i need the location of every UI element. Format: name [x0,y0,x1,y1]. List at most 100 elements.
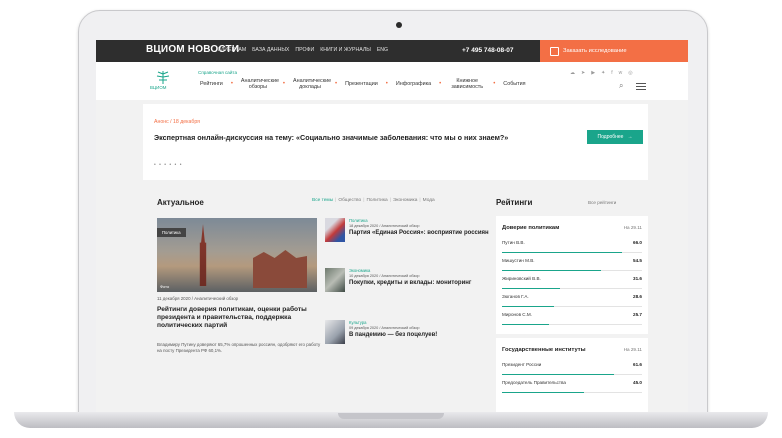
logo-caption: ВЦИОМ [150,85,167,90]
vk-alt-icon[interactable]: w [619,70,623,76]
news-section-title: Актуальное [157,198,204,207]
rating-name: Президент России [502,362,542,367]
main-news-lead: Владимиру Путину доверяют 65,7% опрошенн… [157,342,321,353]
details-label: Подробнее [597,134,624,140]
brand-logo[interactable]: ВЦИОМ [150,68,174,92]
news-date: 09 декабря 2020 / Аналитический обзор [349,326,420,330]
tab-politics[interactable]: Политика [366,198,387,203]
nav-separator: • [493,81,496,87]
nav-infographics[interactable]: Инфографика [396,81,431,87]
document-icon [550,46,559,56]
rating-row[interactable]: Зюганов Г.А. 28.6 [502,292,642,307]
rating-bar [502,252,622,253]
news-thumbnail [325,268,345,292]
nav-reports[interactable]: Аналитические доклады [293,78,331,90]
facebook-icon[interactable]: f [611,70,612,76]
details-button[interactable]: Подробнее → [587,130,643,144]
top-bar: ВЦИОМ НОВОСТИ КЛИЕНТАМ БАЗА ДАННЫХ ПРОФИ… [96,40,688,62]
tab-economy[interactable]: Экономика [393,198,417,203]
tab-separator: | [363,198,365,203]
news-title[interactable]: Покупки, кредиты и вклады: мониторинг [349,280,489,287]
rating-value: 45.0 [633,380,642,385]
topnav-eng[interactable]: ENG [377,47,388,53]
rating-row[interactable]: Миронов С.М. 25.7 [502,310,642,325]
rating-name: Председатель Правительства [502,380,566,385]
topnav-clients[interactable]: КЛИЕНТАМ [218,47,246,53]
laptop-notch [338,413,444,419]
kremlin-tower-shape [199,224,207,286]
order-research-button[interactable]: Заказать исследование [540,40,688,62]
rating-bar [502,374,614,375]
news-category[interactable]: Политика [349,218,368,223]
main-news-image[interactable]: Политика Фото [157,218,317,292]
rating-row[interactable]: Мишустин М.В. 54.5 [502,256,642,271]
tab-fashion[interactable]: Мода [423,198,435,203]
rating-bar [502,270,601,271]
nav-separator: • [439,81,442,87]
social-icons: ☁ ➤ ▶ ✦ f w ◎ [570,70,633,76]
rating-card-date[interactable]: На 29.11 [624,347,642,352]
laptop-frame: ВЦИОМ НОВОСТИ КЛИЕНТАМ БАЗА ДАННЫХ ПРОФИ… [0,0,782,438]
rating-bar [502,324,549,325]
camera-dot [396,22,402,28]
category-tag[interactable]: Политика [157,228,186,237]
topnav-books[interactable]: КНИГИ И ЖУРНАЛЫ [320,47,371,53]
rating-row[interactable]: Жириновский В.В. 31.6 [502,274,642,289]
news-title[interactable]: В пандемию — без поцелуев! [349,332,489,339]
rating-card-title[interactable]: Государственные институты [502,347,586,353]
rating-card-title[interactable]: Доверие политикам [502,225,559,231]
nav-separator: • [335,81,338,87]
laptop-screen: ВЦИОМ НОВОСТИ КЛИЕНТАМ БАЗА ДАННЫХ ПРОФИ… [96,40,688,412]
all-ratings-link[interactable]: Все рейтинги [588,200,616,205]
nav-events[interactable]: События [503,81,525,87]
news-category[interactable]: Культура [349,320,366,325]
nav-presentations[interactable]: Презентации [345,81,378,87]
arrow-right-icon: → [627,134,633,140]
nav-reviews[interactable]: Аналитические обзоры [241,78,279,90]
main-news-title[interactable]: Рейтинги доверия политикам, оценки работ… [157,306,321,330]
rating-name: Путин В.В. [502,240,525,245]
rating-card-trust: Доверие политикам На 29.11 Путин В.В. 66… [496,216,648,334]
rating-row[interactable]: Путин В.В. 66.0 [502,238,642,253]
nav-books[interactable]: Книжное зависимость [449,78,485,90]
announcement-title[interactable]: Экспертная онлайн-дискуссия на тему: «Со… [154,133,508,142]
carousel-pager[interactable]: • • • • • • [154,162,182,168]
main-header: ВЦИОМ Справочная сайта Рейтинги • Аналити… [96,62,688,100]
telegram-icon[interactable]: ➤ [581,70,585,76]
rating-name: Зюганов Г.А. [502,294,529,299]
tab-society[interactable]: Общество [338,198,361,203]
top-nav: КЛИЕНТАМ БАЗА ДАННЫХ ПРОФИ КНИГИ И ЖУРНА… [218,47,388,53]
news-category[interactable]: Экономика [349,268,370,273]
nav-ratings[interactable]: Рейтинги [200,81,223,87]
youtube-icon[interactable]: ▶ [591,70,595,76]
announcement-banner: Анонс / 18 декабря Экспертная онлайн-дис… [143,104,648,180]
header-subtitle: Справочная сайта [198,70,238,75]
menu-icon[interactable] [636,83,646,92]
news-date: 18 декабря 2020 / Аналитический обзор [349,224,420,228]
news-thumbnail [325,320,345,344]
rating-row[interactable]: Председатель Правительства 45.0 [502,378,642,393]
topnav-profi[interactable]: ПРОФИ [295,47,314,53]
rating-card-date[interactable]: На 29.11 [624,225,642,230]
rating-value: 54.5 [633,258,642,263]
tab-separator: | [419,198,421,203]
nav-separator: • [282,81,286,87]
nav-separator: • [385,81,388,87]
news-title[interactable]: Партия «Единая Россия»: восприятие росси… [349,230,489,237]
news-thumbnail [325,218,345,242]
phone-number[interactable]: +7 495 748-08-07 [462,47,514,54]
tab-all[interactable]: Все темы [312,198,333,203]
rating-row[interactable]: Президент России 61.6 [502,360,642,375]
rating-bar [502,288,560,289]
rating-bar [502,392,584,393]
main-news-date: 11 декабря 2020 / Аналитический обзор [157,296,239,301]
search-icon[interactable]: ⌕ [619,81,623,91]
tab-separator: | [335,198,337,203]
topnav-database[interactable]: БАЗА ДАННЫХ [252,47,289,53]
ratings-section-title: Рейтинги [496,198,533,207]
twitter-icon[interactable]: ✦ [601,70,605,76]
nav-separator: • [230,81,233,87]
announcement-kicker: Анонс / 18 декабря [154,119,200,125]
vk-icon[interactable]: ☁ [570,70,575,76]
ok-icon[interactable]: ◎ [628,70,632,76]
